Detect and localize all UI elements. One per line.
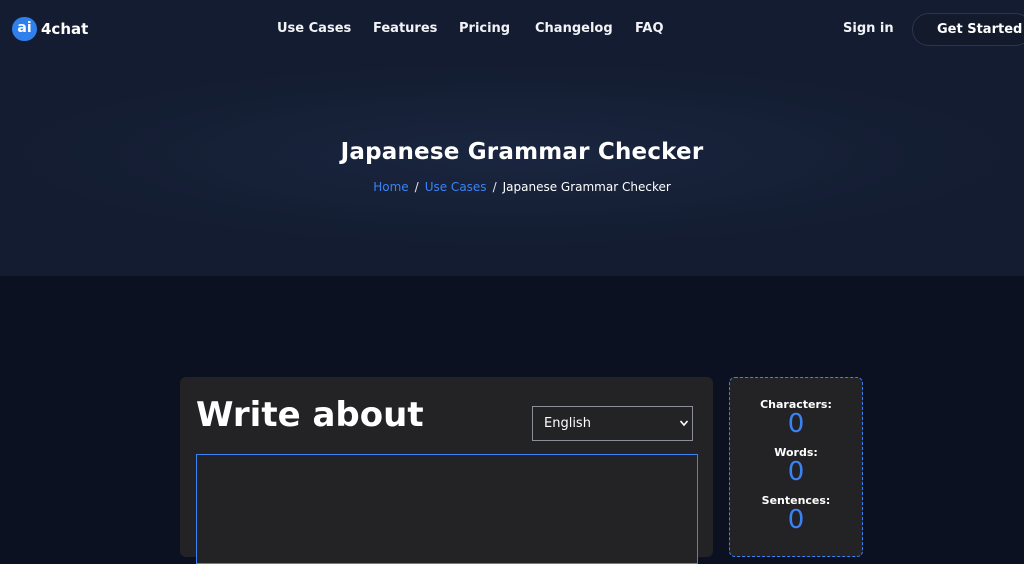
characters-count: 0 xyxy=(787,409,805,439)
breadcrumb-separator: / xyxy=(492,180,497,194)
top-navbar: ai 4chat Use Cases Features Pricing Chan… xyxy=(0,0,1024,60)
logo[interactable]: ai 4chat xyxy=(12,17,88,41)
editor-title: Write about xyxy=(196,395,424,435)
breadcrumb-home-link[interactable]: Home xyxy=(373,180,408,194)
logo-text: 4chat xyxy=(41,20,89,38)
get-started-button[interactable]: Get Started xyxy=(912,13,1024,46)
text-input-area[interactable] xyxy=(196,454,698,564)
language-select-value: English xyxy=(544,416,591,431)
chevron-down-icon xyxy=(679,407,689,454)
nav-item-pricing[interactable]: Pricing xyxy=(459,21,510,36)
nav-item-features[interactable]: Features xyxy=(373,21,437,36)
stats-panel: Characters: 0 Words: 0 Sentences: 0 xyxy=(729,377,863,557)
nav-item-faq[interactable]: FAQ xyxy=(635,21,664,36)
nav-item-changelog[interactable]: Changelog xyxy=(535,21,613,36)
logo-badge-icon: ai xyxy=(12,17,37,41)
nav-item-use-cases[interactable]: Use Cases xyxy=(277,21,351,36)
page-title: Japanese Grammar Checker xyxy=(340,139,704,165)
breadcrumb-current: Japanese Grammar Checker xyxy=(502,180,671,194)
editor-card: Write about English xyxy=(180,377,713,564)
sentences-count: 0 xyxy=(787,505,805,535)
breadcrumb-separator: / xyxy=(414,180,419,194)
words-count: 0 xyxy=(787,457,805,487)
breadcrumb-use-cases-link[interactable]: Use Cases xyxy=(425,180,487,194)
sign-in-link[interactable]: Sign in xyxy=(843,21,894,36)
breadcrumb: Home / Use Cases / Japanese Grammar Checker xyxy=(0,180,1024,194)
language-select[interactable]: English xyxy=(532,406,693,441)
